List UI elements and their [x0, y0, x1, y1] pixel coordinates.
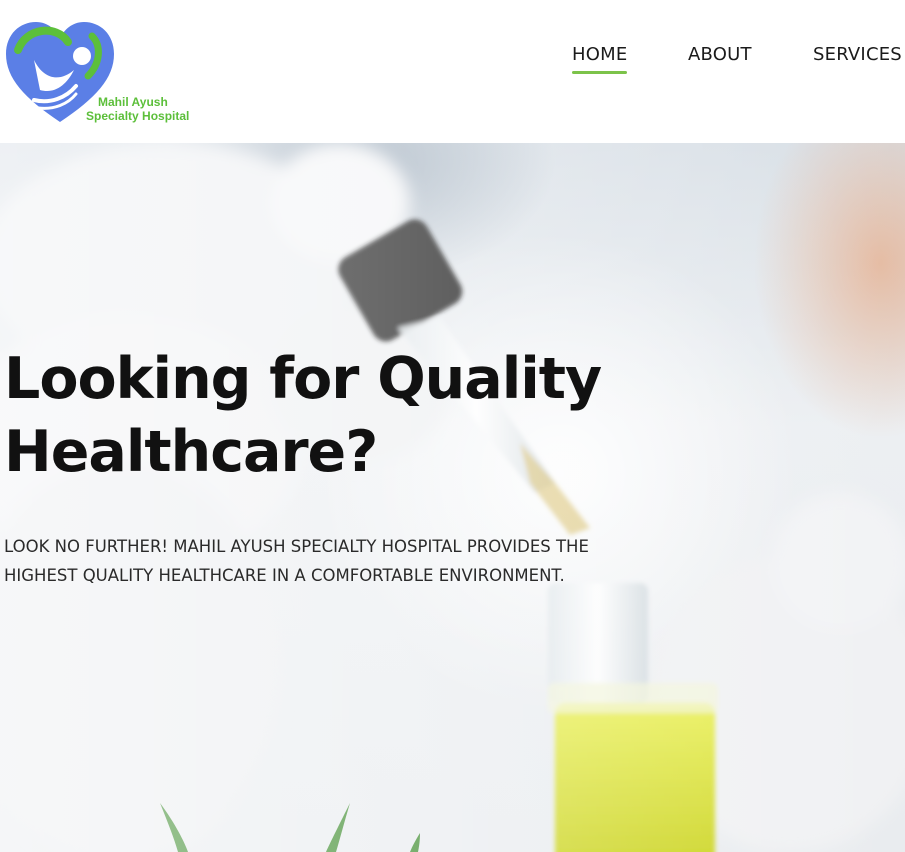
hero-section: Looking for Quality Healthcare? LOOK NO …	[0, 143, 905, 852]
logo-line-1: Mahil Ayush	[98, 95, 168, 109]
nav-about-link[interactable]: ABOUT	[688, 44, 752, 65]
hero-overlay	[0, 143, 905, 852]
site-header: Mahil Ayush Specialty Hospital HOME ABOU…	[0, 0, 905, 143]
logo-line-2: Specialty Hospital	[86, 109, 190, 123]
hospital-logo[interactable]: Mahil Ayush Specialty Hospital	[0, 0, 220, 140]
logo-text: Mahil Ayush Specialty Hospital	[86, 95, 189, 123]
nav-home-link[interactable]: HOME	[572, 44, 628, 74]
hero-subtitle: LOOK NO FURTHER! MAHIL AYUSH SPECIALTY H…	[4, 537, 589, 585]
hero-title: Looking for Quality Healthcare?	[4, 346, 602, 485]
nav-services-link[interactable]: SERVICES	[813, 44, 902, 65]
